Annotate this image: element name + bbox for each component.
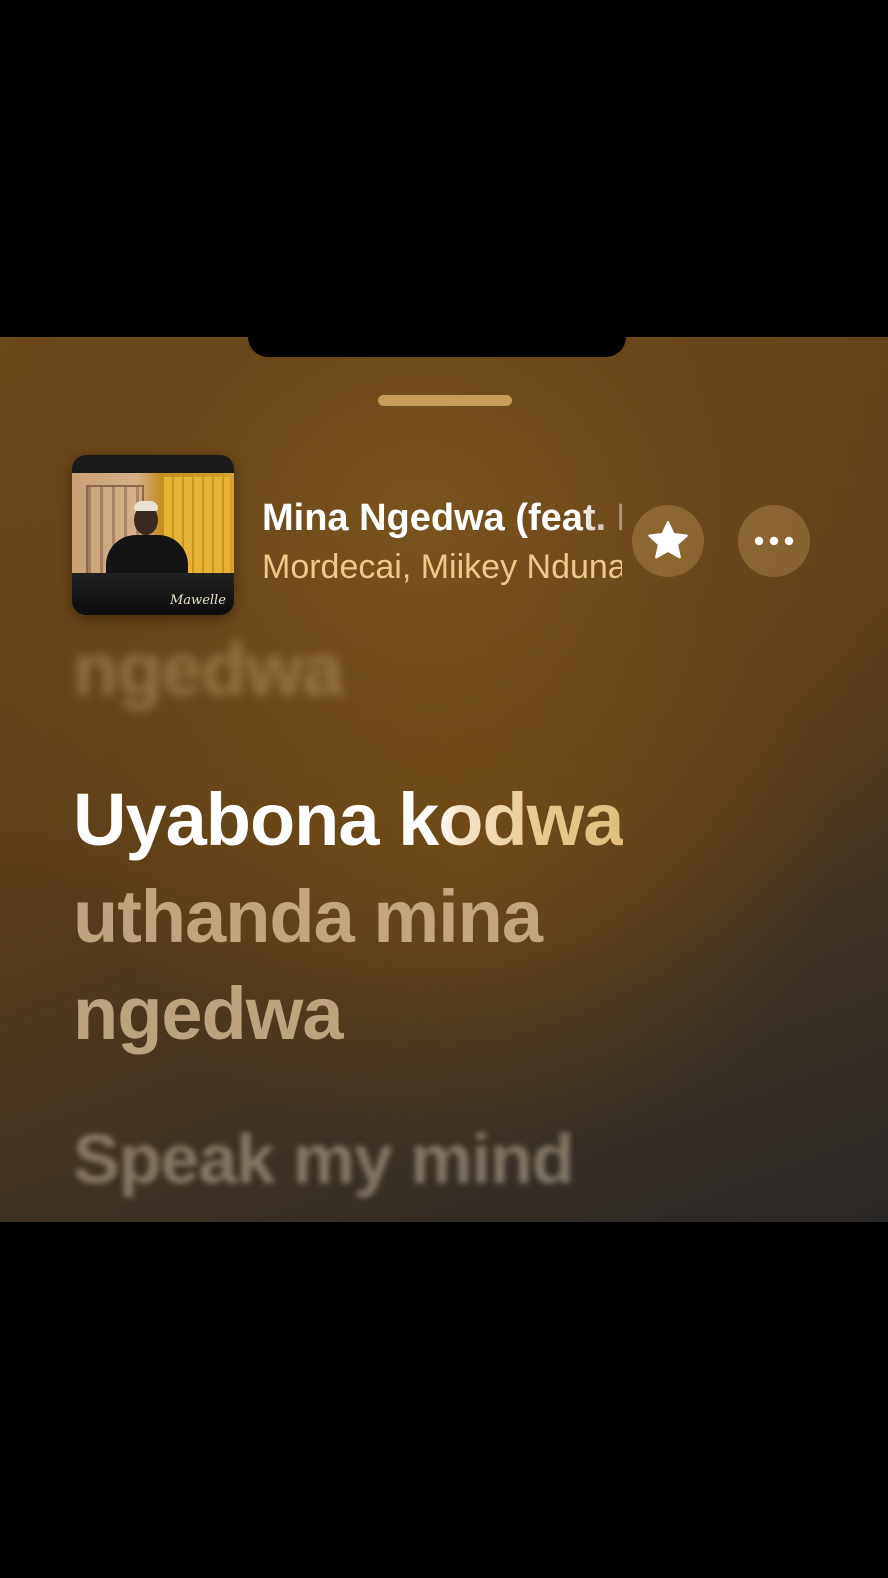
- lyric-line-2: uthanda mina: [73, 875, 543, 958]
- lyric-line-next[interactable]: Speak my mind: [73, 1119, 575, 1199]
- lyrics-screen: Mawelle Mina Ngedwa (feat. Miikey Nduna)…: [0, 337, 888, 1222]
- sheet-grabber[interactable]: [378, 395, 512, 406]
- track-info[interactable]: Mina Ngedwa (feat. Miikey Nduna) Mordeca…: [262, 493, 622, 591]
- artwork-signature: Mawelle: [170, 593, 226, 608]
- now-playing-header: Mawelle Mina Ngedwa (feat. Miikey Nduna)…: [72, 455, 832, 617]
- star-icon: [648, 521, 688, 559]
- more-button[interactable]: [738, 505, 810, 577]
- device-notch: [248, 337, 626, 357]
- song-title: Mina Ngedwa (feat. Miikey Nduna): [262, 497, 622, 539]
- song-artist: Mordecai, Miikey Nduna: [262, 548, 622, 586]
- lyric-upcoming-text: odwa: [438, 778, 624, 861]
- lyric-sung-text: Uyabona k: [73, 778, 439, 861]
- lyric-line-current[interactable]: Uyabona kodwa uthanda mina ngedwa: [73, 771, 833, 1062]
- favorite-button[interactable]: [632, 505, 704, 577]
- ellipsis-icon: [754, 536, 794, 546]
- album-artwork[interactable]: Mawelle: [72, 455, 234, 615]
- lyric-line-3: ngedwa: [73, 972, 343, 1055]
- lyric-line-previous[interactable]: ngedwa: [73, 627, 343, 712]
- app-frame: Mawelle Mina Ngedwa (feat. Miikey Nduna)…: [0, 0, 888, 1578]
